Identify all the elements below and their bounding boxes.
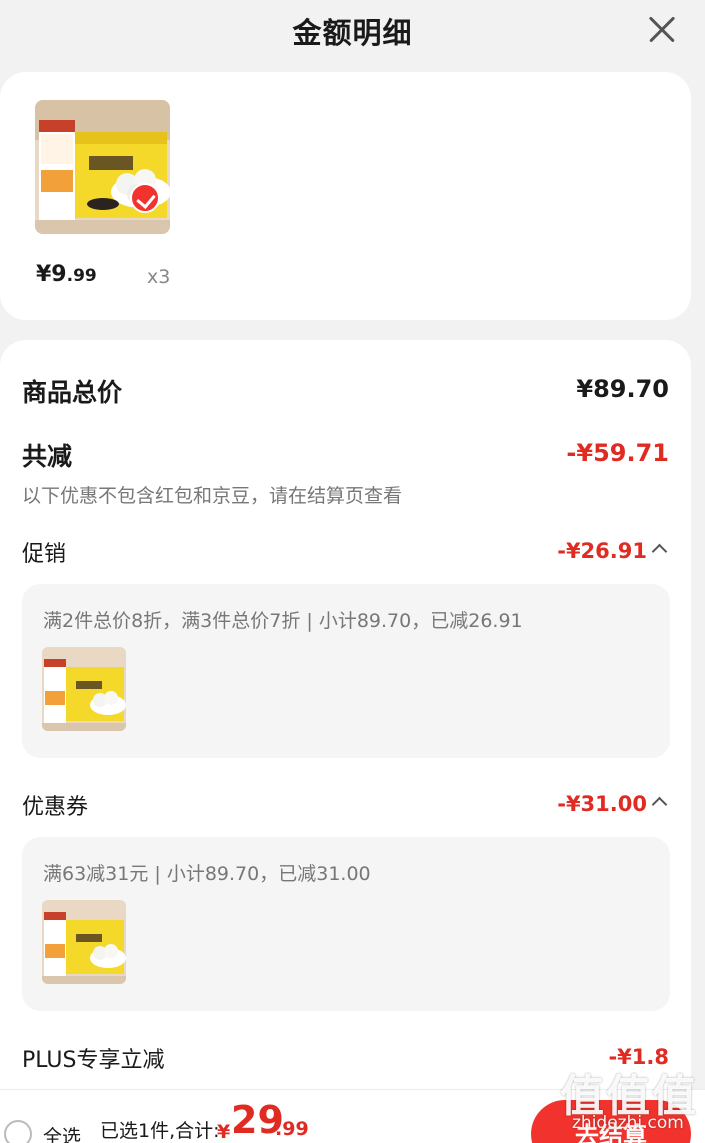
coupon-detail-box: 满63减31元 | 小计89.70，已减31.00	[22, 837, 670, 1011]
page-title: 金额明细	[292, 16, 413, 50]
product-card	[0, 72, 691, 320]
unit-price: ¥9.99	[36, 262, 97, 287]
select-all-label[interactable]: 全选	[43, 1122, 81, 1143]
total-price-label: 商品总价	[22, 378, 123, 407]
total-reduce-label: 共减	[22, 442, 73, 471]
plus-discount-label: PLUS专享立减	[22, 1048, 165, 1073]
promotion-value[interactable]: -¥26.91	[557, 539, 647, 563]
selected-summary: 已选1件,合计:	[100, 1120, 220, 1142]
total-amount-decimal: .99	[275, 1118, 309, 1140]
product-thumbnail[interactable]	[35, 100, 170, 234]
sheet-header: 金额明细	[0, 0, 705, 62]
total-currency: ¥	[217, 1121, 231, 1143]
select-all-radio[interactable]	[4, 1120, 32, 1143]
promotion-product-thumbnail	[42, 647, 126, 731]
watermark-url: zhidezhi.com	[572, 1113, 684, 1133]
total-reduce-value: -¥59.71	[566, 439, 669, 467]
close-icon[interactable]	[643, 10, 681, 48]
selected-check-icon[interactable]	[130, 183, 160, 213]
coupon-value[interactable]: -¥31.00	[557, 792, 647, 816]
promotion-label: 促销	[22, 542, 67, 567]
promotion-detail-box: 满2件总价8折，满3件总价7折 | 小计89.70，已减26.91	[22, 584, 670, 758]
coupon-product-thumbnail	[42, 900, 126, 984]
promotion-detail-text: 满2件总价8折，满3件总价7折 | 小计89.70，已减26.91	[43, 610, 523, 632]
quantity: x3	[147, 266, 171, 288]
watermark: 值值值 zhidezhi.com	[560, 1060, 700, 1143]
coupon-label: 优惠券	[22, 795, 89, 820]
total-price-value: ¥89.70	[576, 375, 669, 403]
coupon-detail-text: 满63减31元 | 小计89.70，已减31.00	[43, 863, 371, 885]
discount-notice: 以下优惠不包含红包和京豆，请在结算页查看	[22, 485, 403, 507]
